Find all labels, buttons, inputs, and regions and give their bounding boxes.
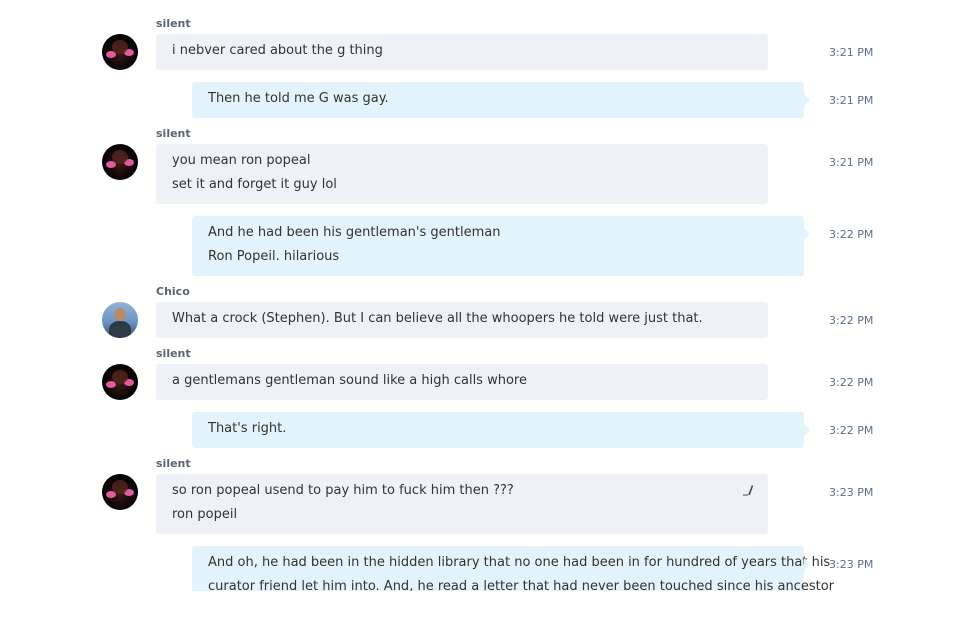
sender-name: silent	[156, 347, 191, 360]
message-text: Then he told me G was gay.	[208, 91, 389, 106]
message-bubble-incoming[interactable]: so ron popeal usend to pay him to fuck h…	[156, 474, 768, 534]
message-timestamp: 3:22 PM	[829, 314, 874, 327]
message-timestamp: 3:21 PM	[829, 94, 874, 107]
chat-history[interactable]: silent i nebver cared about the g thing …	[0, 0, 975, 591]
message-timestamp: 3:22 PM	[829, 376, 874, 389]
message-timestamp: 3:21 PM	[829, 156, 874, 169]
avatar-silent[interactable]	[102, 144, 138, 180]
message-bubble-incoming[interactable]: you mean ron popeal set it and forget it…	[156, 144, 768, 204]
avatar-silent[interactable]	[102, 364, 138, 400]
message-text: so ron popeal usend to pay him to fuck h…	[172, 483, 514, 498]
message-text: And he had been his gentleman's gentlema…	[208, 225, 501, 240]
message-bubble-outgoing[interactable]: And oh, he had been in the hidden librar…	[192, 546, 834, 591]
avatar-silent[interactable]	[102, 34, 138, 70]
avatar-silent[interactable]	[102, 474, 138, 510]
sender-name: silent	[156, 457, 191, 470]
message-timestamp: 3:22 PM	[829, 228, 874, 241]
message-bubble-incoming[interactable]: What a crock (Stephen). But I can believ…	[156, 302, 768, 338]
message-bubble-outgoing[interactable]: Then he told me G was gay.	[192, 82, 810, 118]
message-text: That's right.	[208, 421, 287, 436]
message-text: set it and forget it guy lol	[172, 177, 337, 192]
avatar-chico[interactable]	[102, 302, 138, 338]
sender-name: silent	[156, 127, 191, 140]
sender-name: Chico	[156, 285, 190, 298]
message-timestamp: 3:21 PM	[829, 46, 874, 59]
message-bubble-incoming[interactable]: a gentlemans gentleman sound like a high…	[156, 364, 768, 400]
message-timestamp: 3:23 PM	[829, 486, 874, 499]
message-text: you mean ron popeal	[172, 153, 311, 168]
message-text: i nebver cared about the g thing	[172, 43, 383, 58]
message-bubble-outgoing[interactable]: That's right.	[192, 412, 810, 448]
message-timestamp: 3:23 PM	[829, 558, 874, 571]
message-bubble-incoming[interactable]: i nebver cared about the g thing	[156, 34, 768, 70]
message-text: What a crock (Stephen). But I can believ…	[172, 311, 703, 326]
pencil-edited-icon	[743, 485, 754, 496]
message-text: Ron Popeil. hilarious	[208, 249, 340, 264]
message-timestamp: 3:22 PM	[829, 424, 874, 437]
message-bubble-outgoing[interactable]: And he had been his gentleman's gentlema…	[192, 216, 810, 276]
message-text: ron popeil	[172, 507, 238, 522]
message-text: curator friend let him into. And, he rea…	[208, 579, 834, 591]
message-text: And oh, he had been in the hidden librar…	[208, 555, 831, 570]
message-text: a gentlemans gentleman sound like a high…	[172, 373, 527, 388]
sender-name: silent	[156, 17, 191, 30]
